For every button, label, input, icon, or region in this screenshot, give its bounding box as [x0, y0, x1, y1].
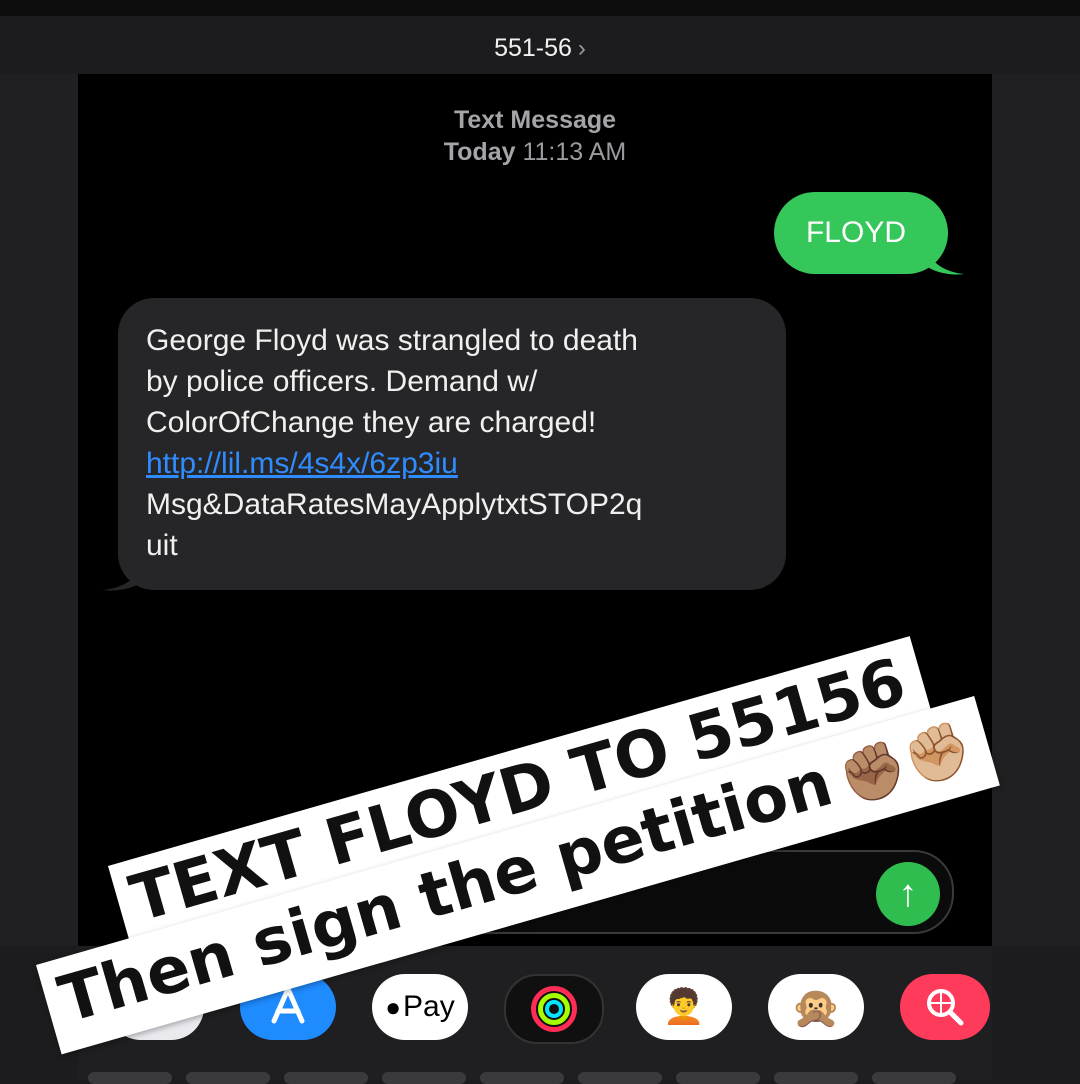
apple-logo-icon: ●: [385, 991, 401, 1022]
right-margin: [992, 74, 1080, 946]
chevron-right-icon: ›: [577, 35, 586, 62]
sent-message-bubble[interactable]: FLOYD: [773, 192, 948, 274]
animoji-icon[interactable]: 🙊: [768, 974, 864, 1040]
memoji-icon[interactable]: 🧑‍🦱: [636, 974, 732, 1040]
activity-rings-icon: [531, 986, 577, 1032]
status-bar: [0, 0, 1080, 16]
image-search-icon[interactable]: [900, 974, 990, 1040]
service-label: Text Message: [453, 106, 617, 134]
globe-magnifier-icon: [927, 989, 964, 1026]
received-message-bubble[interactable]: George Floyd was strangled to death by p…: [118, 298, 786, 590]
thread-meta: Text Message Today 11:13 AM: [78, 104, 992, 168]
contact-name[interactable]: 551-56 ›: [0, 34, 1080, 63]
send-button[interactable]: ↑: [876, 862, 940, 926]
memoji-glyph: 🧑‍🦱: [662, 988, 706, 1026]
keyboard-row: [88, 1072, 992, 1084]
received-footer: Msg&DataRatesMayApplytxtSTOP2q uit: [146, 488, 643, 562]
petition-link[interactable]: http://lil.ms/4s4x/6zp3iu: [146, 447, 458, 480]
apple-pay-label: Pay: [403, 990, 455, 1023]
monkey-glyph: 🙊: [791, 985, 841, 1030]
time-label: 11:13 AM: [522, 138, 627, 166]
contact-number: 551-56: [494, 34, 572, 62]
conversation-header: 551-56 ›: [0, 16, 1080, 74]
apple-pay-icon[interactable]: ● Pay: [372, 974, 468, 1040]
received-text: George Floyd was strangled to death by p…: [146, 324, 638, 439]
date-label: Today: [443, 138, 516, 166]
activity-icon[interactable]: [504, 974, 604, 1044]
left-margin: [0, 74, 78, 946]
